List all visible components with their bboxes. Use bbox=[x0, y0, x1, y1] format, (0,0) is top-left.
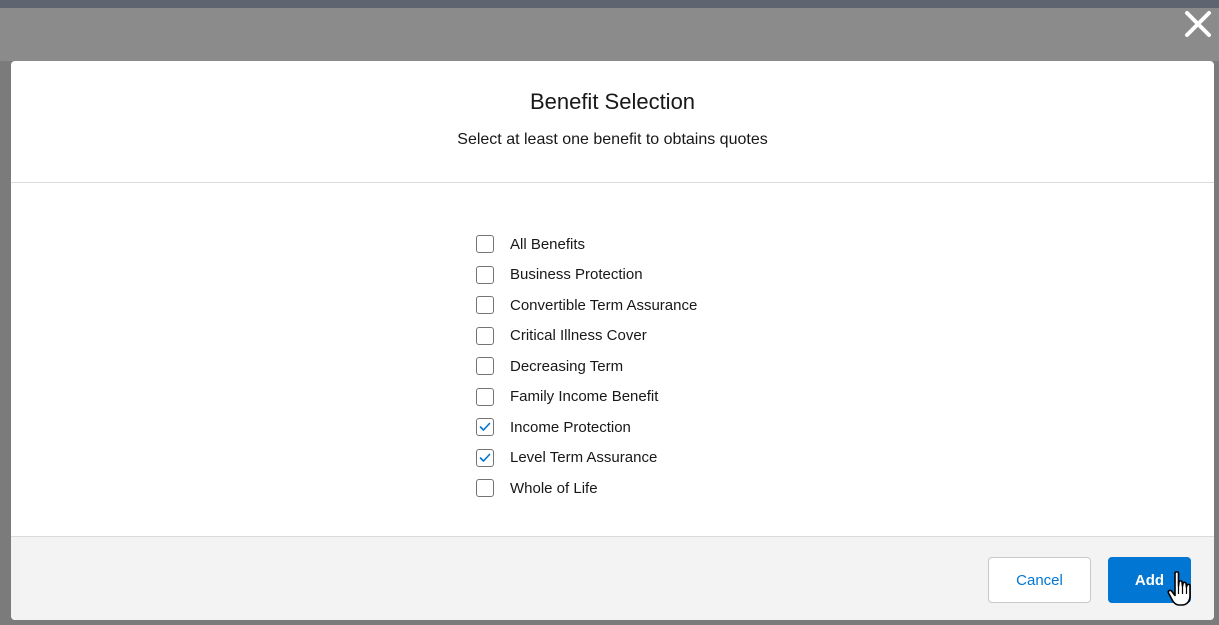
benefit-checkbox[interactable] bbox=[476, 296, 494, 315]
benefit-option[interactable]: Income Protection bbox=[476, 412, 697, 443]
benefit-checkbox[interactable] bbox=[476, 418, 494, 437]
close-modal-button[interactable] bbox=[1182, 8, 1214, 40]
close-icon bbox=[1185, 11, 1211, 37]
benefit-checkbox[interactable] bbox=[476, 448, 494, 467]
benefit-option[interactable]: Decreasing Term bbox=[476, 351, 697, 382]
benefit-option[interactable]: Convertible Term Assurance bbox=[476, 290, 697, 321]
benefit-checkbox[interactable] bbox=[476, 357, 494, 376]
checkmark-icon bbox=[479, 422, 491, 432]
benefit-label: Business Protection bbox=[510, 266, 643, 284]
benefit-label: Level Term Assurance bbox=[510, 449, 658, 467]
modal-title: Benefit Selection bbox=[529, 89, 696, 114]
benefit-label: Convertible Term Assurance bbox=[510, 296, 698, 314]
benefit-checkbox-list: All Benefits Business Protection Convertib… bbox=[476, 229, 697, 504]
background-app-header bbox=[0, 8, 1219, 61]
benefit-option[interactable]: All Benefits bbox=[476, 229, 697, 260]
modal-body: All Benefits Business Protection Convertib… bbox=[11, 183, 1214, 536]
checkmark-icon bbox=[479, 453, 491, 462]
benefit-checkbox[interactable] bbox=[476, 265, 494, 284]
benefit-checkbox[interactable] bbox=[476, 235, 494, 254]
benefit-option[interactable]: Level Term Assurance bbox=[476, 443, 697, 474]
modal-footer: Cancel Add bbox=[11, 536, 1214, 620]
benefit-label: Income Protection bbox=[510, 418, 631, 436]
benefit-checkbox[interactable] bbox=[476, 387, 494, 406]
benefit-label: Critical Illness Cover bbox=[510, 327, 647, 345]
cancel-button[interactable]: Cancel bbox=[988, 557, 1091, 603]
benefit-selection-modal: Benefit Selection Select at least one be… bbox=[11, 61, 1214, 620]
benefit-label: Whole of Life bbox=[510, 479, 598, 497]
benefit-option[interactable]: Business Protection bbox=[476, 260, 697, 291]
benefit-option[interactable]: Family Income Benefit bbox=[476, 382, 697, 413]
modal-header: Benefit Selection Select at least one be… bbox=[11, 61, 1214, 183]
benefit-checkbox[interactable] bbox=[476, 479, 494, 498]
benefit-label: Decreasing Term bbox=[510, 357, 624, 375]
benefit-label: All Benefits bbox=[510, 235, 586, 253]
benefit-label: Family Income Benefit bbox=[510, 388, 659, 406]
add-button[interactable]: Add bbox=[1108, 557, 1191, 603]
benefit-checkbox[interactable] bbox=[476, 326, 494, 345]
benefit-option[interactable]: Whole of Life bbox=[476, 473, 697, 504]
benefit-option[interactable]: Critical Illness Cover bbox=[476, 321, 697, 352]
background-app-strip bbox=[0, 0, 1219, 8]
modal-subtitle: Select at least one benefit to obtains q… bbox=[457, 131, 768, 148]
